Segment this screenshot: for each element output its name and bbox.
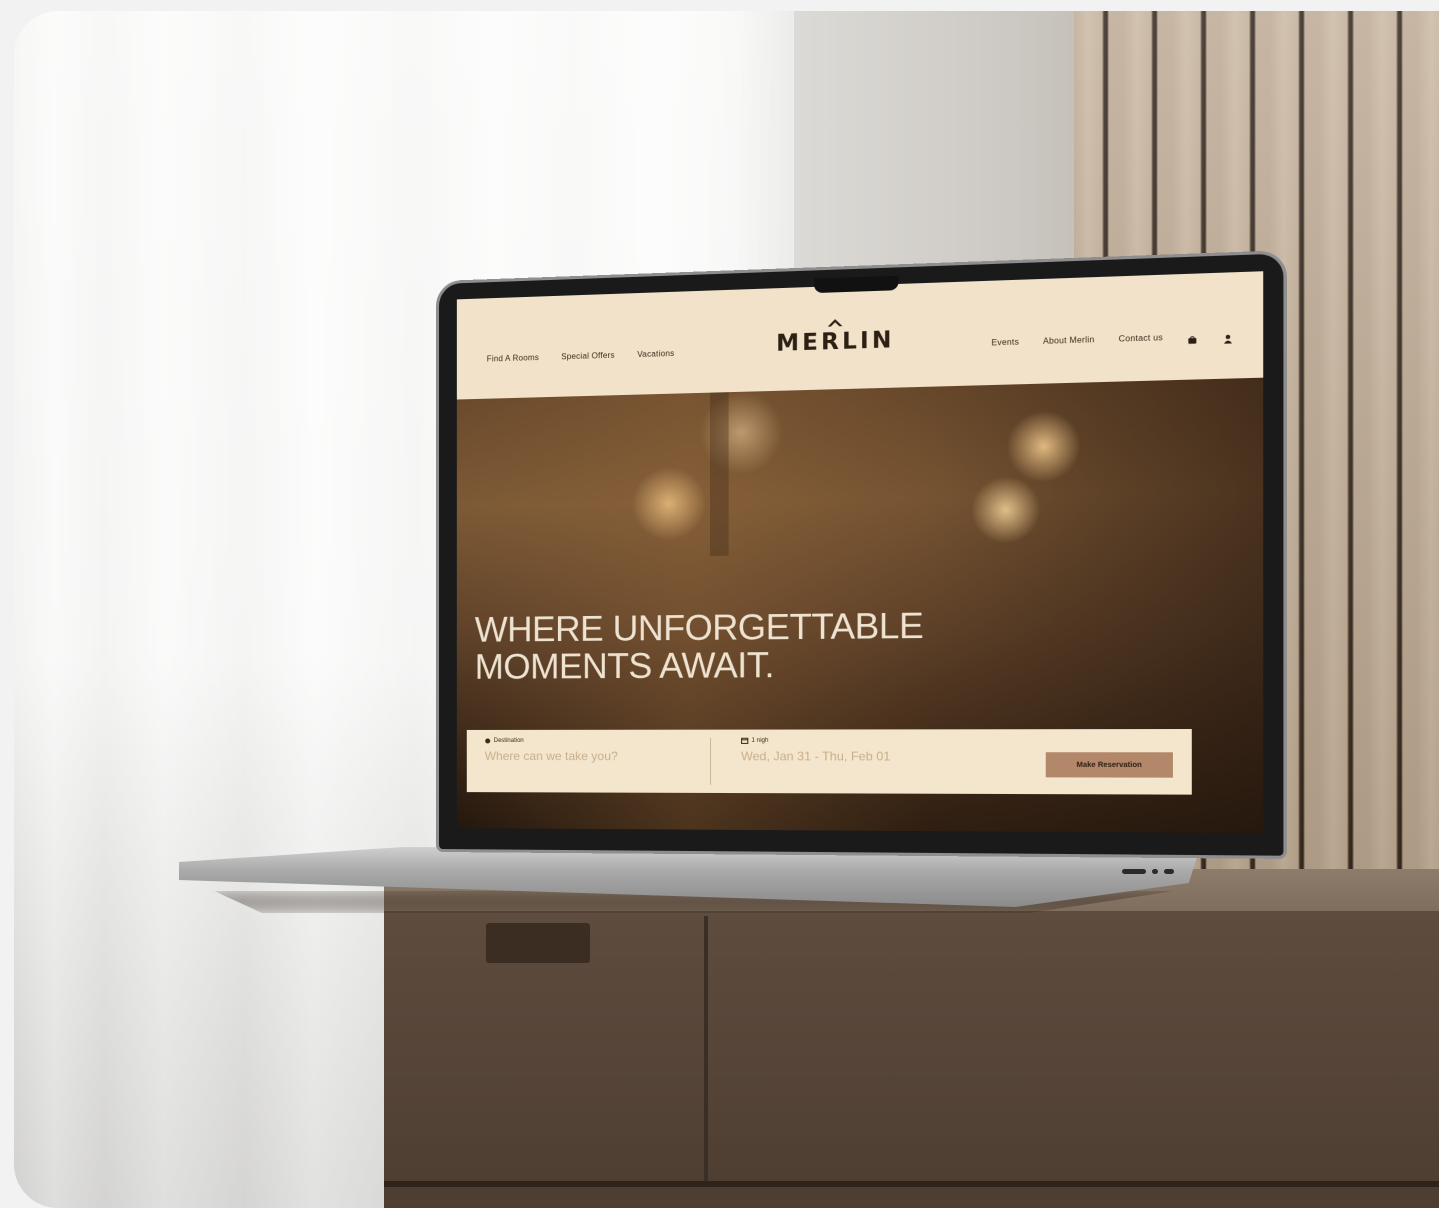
destination-label-row: Destination: [485, 738, 618, 744]
nav-vacations[interactable]: Vacations: [637, 349, 674, 359]
cabinet-door-split: [704, 916, 708, 1186]
camera-notch: [814, 275, 899, 294]
booking-divider: [710, 737, 712, 785]
headline-line-2: MOMENTS AWAIT.: [474, 645, 775, 687]
booking-bar: Destination Where can we take you? 1 nig…: [466, 728, 1192, 795]
user-icon[interactable]: [1223, 330, 1234, 344]
audio-port: [1152, 869, 1158, 874]
dates-label: 1 nigh: [751, 737, 769, 744]
destination-field[interactable]: Destination Where can we take you?: [485, 738, 618, 763]
brand-logo[interactable]: MERLIN: [762, 315, 909, 358]
dates-field[interactable]: 1 nigh Wed, Jan 31 - Thu, Feb 01: [741, 738, 890, 764]
usb-port-2: [1164, 869, 1174, 874]
destination-label: Destination: [493, 737, 524, 744]
nav-find-rooms[interactable]: Find A Rooms: [487, 353, 539, 364]
laptop-lid: Find A Rooms Special Offers Vacations ME…: [439, 253, 1284, 856]
cabinet-handle: [486, 923, 590, 963]
headline-line-1: WHERE UNFORGETTABLE: [474, 605, 924, 650]
nav-events[interactable]: Events: [991, 337, 1019, 347]
photo-frame: Find A Rooms Special Offers Vacations ME…: [14, 11, 1439, 1208]
make-reservation-button[interactable]: Make Reservation: [1045, 752, 1173, 778]
cabinet-bottom-edge: [384, 1181, 1439, 1187]
hero-beam: [710, 392, 729, 557]
nav-about[interactable]: About Merlin: [1043, 334, 1095, 345]
calendar-icon: [741, 738, 748, 744]
nav-special-offers[interactable]: Special Offers: [561, 351, 615, 362]
brand-name: MERLIN: [776, 327, 895, 357]
nav-left: Find A Rooms Special Offers Vacations: [487, 349, 675, 364]
destination-input[interactable]: Where can we take you?: [485, 749, 618, 763]
crown-icon: [827, 318, 843, 327]
nav-right: Events About Merlin Contact us: [991, 330, 1234, 348]
nav-contact[interactable]: Contact us: [1119, 332, 1163, 343]
pin-icon: [485, 738, 491, 744]
dates-value[interactable]: Wed, Jan 31 - Thu, Feb 01: [741, 749, 890, 764]
cart-icon[interactable]: [1187, 331, 1198, 344]
usb-port: [1122, 869, 1146, 874]
hero-headline: WHERE UNFORGETTABLE MOMENTS AWAIT.: [474, 605, 1015, 687]
laptop-screen: Find A Rooms Special Offers Vacations ME…: [456, 271, 1264, 834]
dates-label-row: 1 nigh: [741, 738, 890, 744]
